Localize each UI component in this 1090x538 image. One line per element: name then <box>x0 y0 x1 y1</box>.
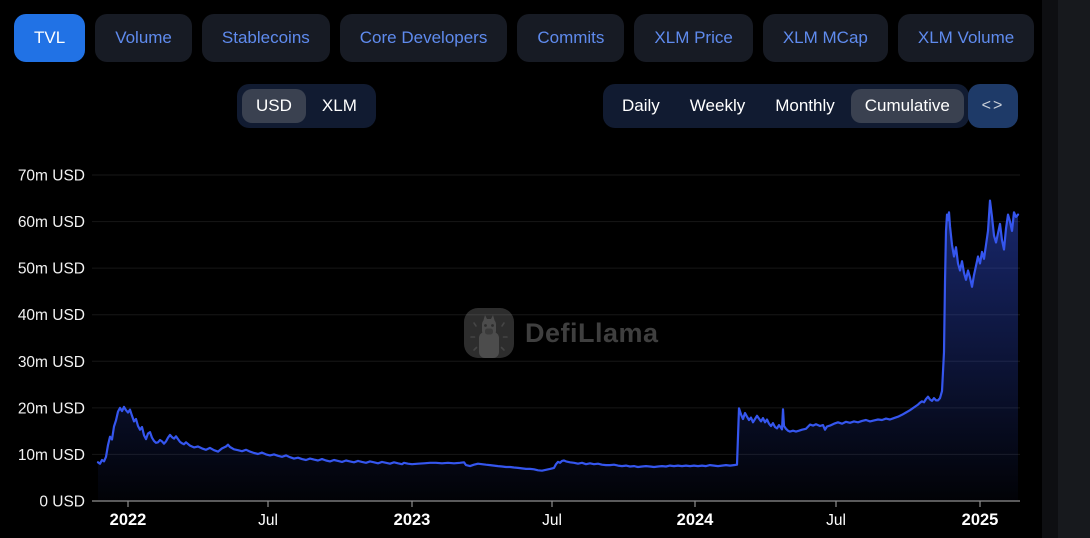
right-gutter-inner <box>1042 0 1058 538</box>
x-axis-tick-label: Jul <box>258 512 278 529</box>
tab-xlm-mcap[interactable]: XLM MCap <box>762 14 888 62</box>
metric-tabs: TVL Volume Stablecoins Core Developers Commi… <box>14 14 1035 62</box>
x-axis-tick-label: Jul <box>826 512 846 529</box>
y-axis-tick-label: 20m USD <box>18 400 85 417</box>
tab-stablecoins[interactable]: Stablecoins <box>201 14 330 62</box>
y-axis-tick-label: 60m USD <box>18 214 85 231</box>
tab-core-developers[interactable]: Core Developers <box>339 14 508 62</box>
y-axis-tick-label: 0 USD <box>39 494 85 511</box>
tab-volume[interactable]: Volume <box>95 14 192 62</box>
gridlines <box>92 174 1020 455</box>
y-axis-tick-label: 30m USD <box>18 354 85 371</box>
y-axis-tick-label: 70m USD <box>18 168 85 185</box>
x-axis-tick-label: 2024 <box>677 511 715 529</box>
scrollbar-track[interactable] <box>1058 0 1090 538</box>
currency-toggle: USD XLM <box>237 84 376 128</box>
y-axis-tick-label: 10m USD <box>18 447 85 464</box>
currency-option-usd[interactable]: USD <box>242 89 306 123</box>
code-embed-icon: <> <box>981 97 1005 114</box>
tvl-series <box>96 199 1020 501</box>
axes <box>92 500 1020 507</box>
tab-xlm-volume[interactable]: XLM Volume <box>897 14 1035 62</box>
tab-xlm-price[interactable]: XLM Price <box>634 14 753 62</box>
interval-option-cumulative[interactable]: Cumulative <box>850 89 964 123</box>
x-axis-tick-label: 2022 <box>110 511 147 529</box>
area-fill <box>98 200 1018 501</box>
tab-commits[interactable]: Commits <box>517 14 625 62</box>
interval-option-daily[interactable]: Daily <box>608 89 674 123</box>
interval-toggle: Daily Weekly Monthly Cumulative <box>603 84 969 128</box>
interval-option-monthly[interactable]: Monthly <box>761 89 849 123</box>
y-axis-tick-label: 40m USD <box>18 307 85 324</box>
y-axis-tick-label: 50m USD <box>18 261 85 278</box>
embed-code-button[interactable]: <> <box>968 84 1018 128</box>
interval-option-weekly[interactable]: Weekly <box>676 89 759 123</box>
tab-tvl[interactable]: TVL <box>14 14 86 62</box>
x-axis-tick-label: 2023 <box>394 511 431 529</box>
currency-option-xlm[interactable]: XLM <box>308 89 371 123</box>
x-axis-tick-label: 2025 <box>962 511 999 529</box>
tvl-chart-canvas[interactable]: 0 USD 10m USD 20m USD 30m USD 40m USD 50m USD… <box>0 0 1090 538</box>
x-axis-tick-label: Jul <box>542 512 562 529</box>
